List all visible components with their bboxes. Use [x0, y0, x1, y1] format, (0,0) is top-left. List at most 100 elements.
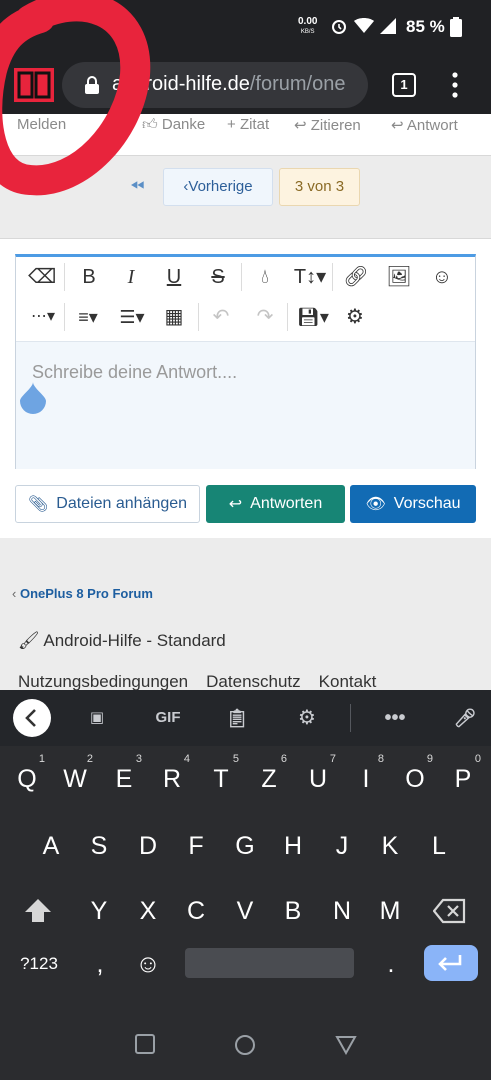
- style-chooser-label: Android-Hilfe - Standard: [43, 631, 226, 650]
- emoji-icon[interactable]: ☺: [429, 265, 455, 289]
- key-x[interactable]: X: [128, 886, 168, 936]
- key-n[interactable]: N: [322, 886, 362, 936]
- bold-icon[interactable]: B: [76, 265, 102, 289]
- key-g[interactable]: G: [225, 821, 265, 871]
- undo-icon[interactable]: ↶: [208, 305, 234, 329]
- key-hint: 0: [474, 753, 481, 765]
- terms-link[interactable]: Nutzungsbedingungen: [18, 672, 188, 691]
- key-label: T: [213, 765, 229, 793]
- key-k[interactable]: K: [370, 821, 410, 871]
- status-bar: 0.00 KB/S 85 %: [0, 0, 491, 56]
- key-w[interactable]: W2: [55, 753, 95, 804]
- microphone-icon[interactable]: 🎤︎: [452, 706, 478, 730]
- eye-icon: 👁︎: [365, 496, 386, 513]
- align-icon[interactable]: ≡▾: [70, 305, 106, 329]
- sticker-icon[interactable]: ▣: [84, 706, 110, 730]
- editor-toolbar-row-1: ⌫ B I U S 💧︎ T↕▾ 🔗︎ 🖼︎ ☺: [16, 257, 475, 297]
- recents-icon[interactable]: [135, 1034, 155, 1054]
- font-size-icon[interactable]: T↕▾: [292, 265, 328, 289]
- key-f[interactable]: F: [176, 821, 216, 871]
- previous-page-label: Vorherige: [188, 178, 253, 195]
- thanks-label: Danke: [161, 116, 206, 133]
- enter-icon: [438, 955, 462, 971]
- style-chooser[interactable]: 🖌︎ Android-Hilfe - Standard: [18, 631, 226, 651]
- settings-icon[interactable]: ⚙: [294, 706, 320, 730]
- key-z[interactable]: Z6: [249, 753, 289, 804]
- key-v[interactable]: V: [225, 886, 265, 936]
- home-nav-icon[interactable]: [234, 1034, 256, 1056]
- clipboard-icon[interactable]: 📋︎: [224, 706, 250, 730]
- reply-link[interactable]: ↩ Antwort: [391, 116, 458, 134]
- redo-icon[interactable]: ↷: [252, 305, 278, 329]
- settings-icon[interactable]: ⚙: [342, 305, 368, 329]
- reply-arrow-icon: ↩: [294, 117, 307, 134]
- backspace-key[interactable]: [430, 886, 470, 936]
- underline-icon[interactable]: U: [161, 265, 187, 289]
- page-indicator[interactable]: 3 von 3: [279, 168, 360, 206]
- url-bar[interactable]: android-hilfe.de/forum/one: [62, 62, 368, 108]
- enter-key[interactable]: [424, 945, 478, 981]
- save-draft-icon[interactable]: 💾︎▾: [295, 305, 331, 329]
- emoji-key[interactable]: ☺: [128, 946, 168, 982]
- key-s[interactable]: S: [79, 821, 119, 871]
- key-l[interactable]: L: [419, 821, 459, 871]
- gif-button[interactable]: GIF: [148, 706, 188, 730]
- italic-icon[interactable]: I: [118, 265, 144, 289]
- key-b[interactable]: B: [273, 886, 313, 936]
- tab-switcher-button[interactable]: 1: [392, 73, 416, 97]
- add-quote-link[interactable]: + Zitat: [227, 116, 269, 133]
- first-page-icon[interactable]: ⏪︎: [130, 176, 144, 197]
- reply-textarea[interactable]: Schreibe deine Antwort....: [16, 341, 475, 469]
- key-i[interactable]: I8: [346, 753, 386, 804]
- battery-icon: [450, 17, 462, 37]
- table-icon[interactable]: ▦: [161, 305, 187, 329]
- preview-button[interactable]: 👁︎ Vorschau: [350, 485, 476, 523]
- key-label: Q: [17, 765, 37, 793]
- contact-link[interactable]: Kontakt: [319, 672, 377, 691]
- back-nav-icon[interactable]: [335, 1035, 357, 1055]
- more-formatting-icon[interactable]: ⋯▾: [26, 305, 60, 329]
- link-icon[interactable]: 🔗︎: [343, 265, 369, 289]
- attach-files-button[interactable]: 📎︎ Dateien anhängen: [15, 485, 200, 523]
- key-r[interactable]: R4: [152, 753, 192, 804]
- shift-key[interactable]: [18, 886, 58, 936]
- report-link[interactable]: Melden: [17, 116, 66, 133]
- key-q[interactable]: Q1: [7, 753, 47, 804]
- url-host: ndroid-hilfe.de: [123, 73, 250, 95]
- key-e[interactable]: E3: [104, 753, 144, 804]
- privacy-link[interactable]: Datenschutz: [206, 672, 301, 691]
- eraser-icon[interactable]: ⌫: [28, 265, 56, 289]
- image-icon[interactable]: 🖼︎: [386, 265, 412, 289]
- key-hint: 2: [86, 753, 93, 765]
- key-j[interactable]: J: [322, 821, 362, 871]
- divider: [332, 263, 333, 291]
- key-y[interactable]: Y: [79, 886, 119, 936]
- breadcrumb[interactable]: ‹ OnePlus 8 Pro Forum: [12, 586, 153, 601]
- key-u[interactable]: U7: [298, 753, 338, 804]
- list-icon[interactable]: ☰▾: [114, 305, 150, 329]
- text-cursor-handle-icon[interactable]: [20, 382, 46, 414]
- key-h[interactable]: H: [273, 821, 313, 871]
- previous-page-button[interactable]: ‹Vorherige: [163, 168, 273, 206]
- quote-link[interactable]: ↩ Zitieren: [294, 116, 361, 134]
- submit-reply-button[interactable]: ↩ Antworten: [206, 485, 345, 523]
- key-o[interactable]: O9: [395, 753, 435, 804]
- more-options-icon[interactable]: [446, 70, 464, 100]
- more-icon[interactable]: •••: [382, 706, 408, 730]
- key-m[interactable]: M: [370, 886, 410, 936]
- key-t[interactable]: T5: [201, 753, 241, 804]
- space-key[interactable]: [185, 948, 354, 978]
- key-p[interactable]: P0: [443, 753, 483, 804]
- strikethrough-icon[interactable]: S: [205, 265, 231, 289]
- comma-key[interactable]: ,: [80, 946, 120, 982]
- symbols-key[interactable]: ?123: [14, 946, 64, 982]
- key-c[interactable]: C: [176, 886, 216, 936]
- text-color-icon[interactable]: 💧︎: [252, 265, 278, 289]
- status-icons: [330, 17, 396, 35]
- key-label: P: [454, 765, 472, 793]
- period-key[interactable]: .: [371, 946, 411, 982]
- keyboard-collapse-button[interactable]: [13, 699, 51, 737]
- key-a[interactable]: A: [31, 821, 71, 871]
- thanks-link[interactable]: 👍︎ Danke: [142, 116, 205, 134]
- key-d[interactable]: D: [128, 821, 168, 871]
